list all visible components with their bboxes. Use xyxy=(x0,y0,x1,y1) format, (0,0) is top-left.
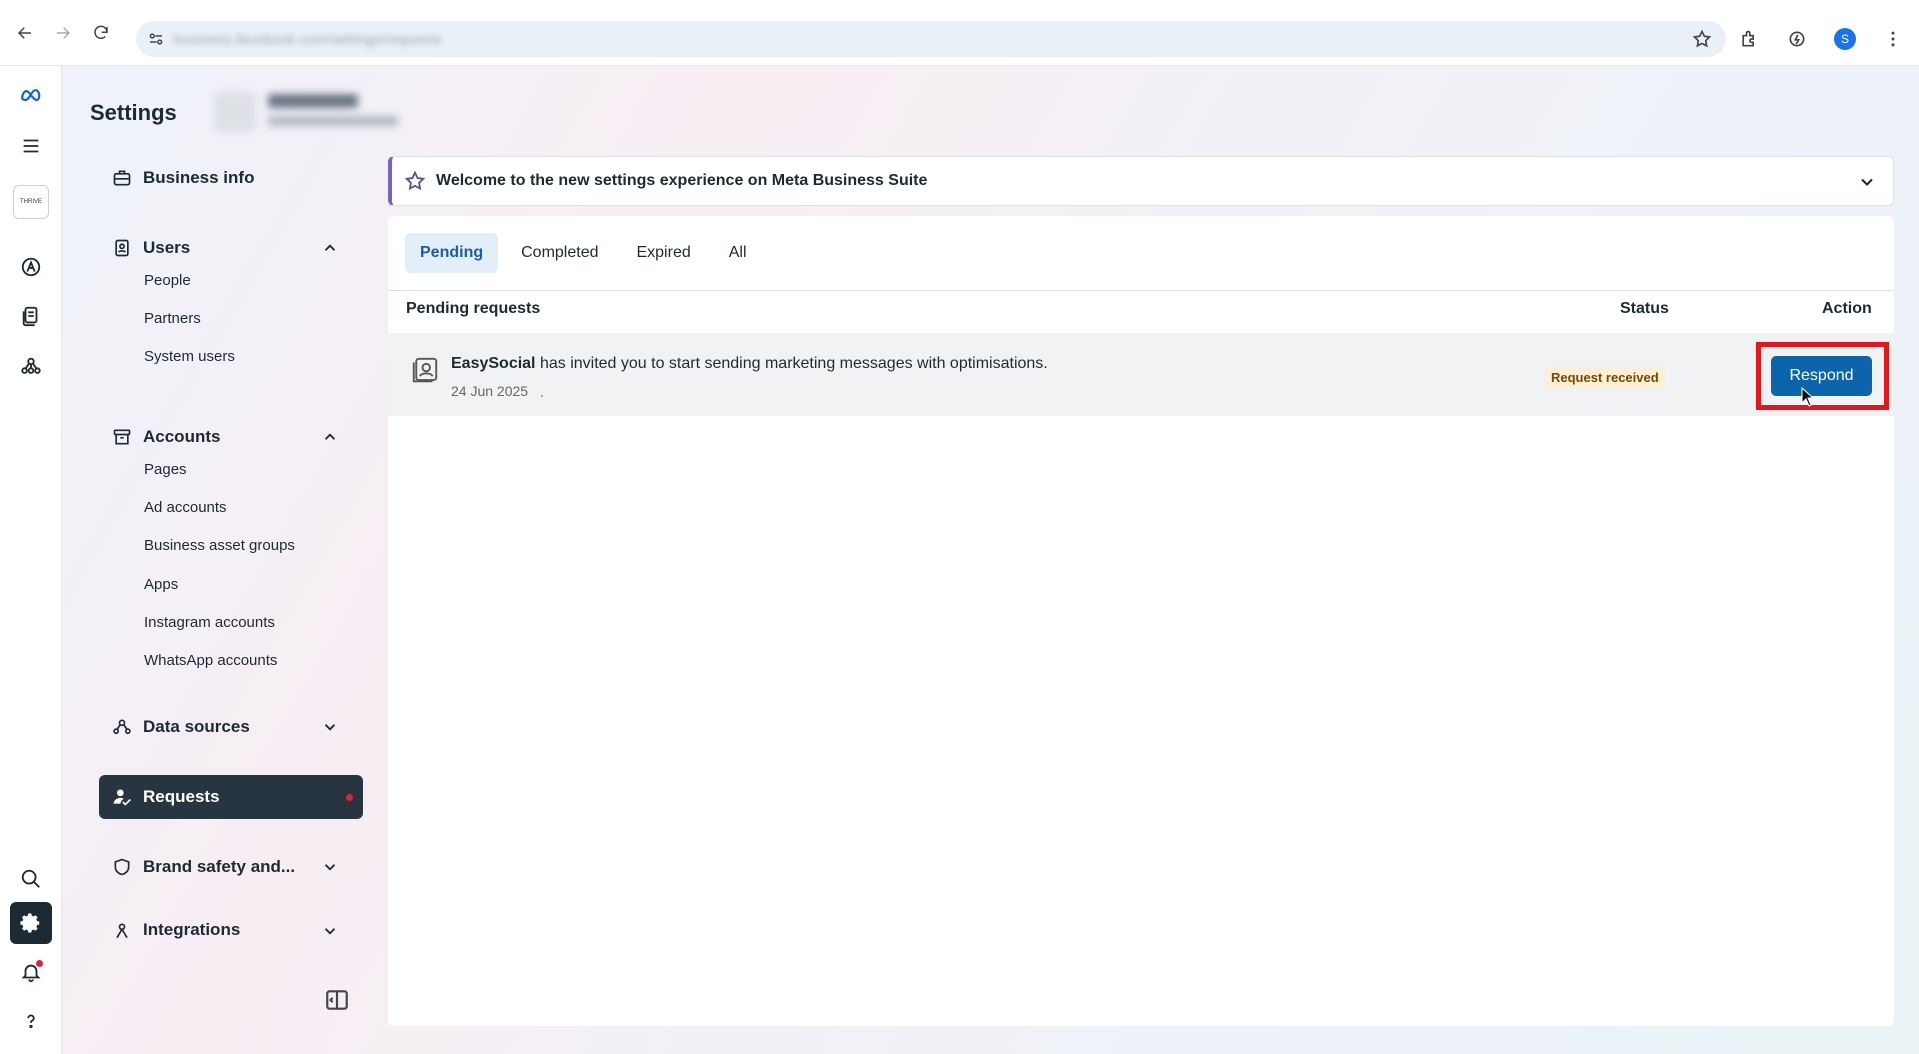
sidebar-item-label: Users xyxy=(143,238,191,257)
page-content: THRIVE Settings Business info Users Peop… xyxy=(0,66,1919,1054)
back-icon[interactable] xyxy=(10,18,40,48)
forward-icon[interactable] xyxy=(48,18,78,48)
sidebar-item-whatsapp-accounts[interactable]: WhatsApp accounts xyxy=(144,652,277,669)
sidebar-item-business-info[interactable]: Business info xyxy=(99,156,363,200)
menu-icon[interactable] xyxy=(10,125,52,167)
help-icon[interactable] xyxy=(10,1000,52,1042)
extensions-icon[interactable] xyxy=(1737,27,1761,51)
data-sources-icon xyxy=(111,716,133,738)
integrations-icon xyxy=(111,920,133,942)
request-tabs: Pending Completed Expired All xyxy=(405,233,770,273)
chevron-down-icon[interactable] xyxy=(1857,172,1877,192)
profile-initial: S xyxy=(1834,28,1856,50)
sidebar-item-system-users[interactable]: System users xyxy=(144,348,235,365)
chevron-down-icon[interactable] xyxy=(321,922,339,940)
sidebar-item-data-sources[interactable]: Data sources xyxy=(99,705,363,749)
briefcase-icon xyxy=(111,167,133,189)
site-settings-icon[interactable] xyxy=(146,29,166,49)
requests-panel: Pending Completed Expired All Pending re… xyxy=(388,216,1894,1026)
meta-logo-icon[interactable] xyxy=(10,74,52,116)
column-header-action: Action xyxy=(1822,300,1872,317)
id-badge-icon xyxy=(111,237,133,259)
chevron-up-icon[interactable] xyxy=(321,428,339,446)
tab-expired[interactable]: Expired xyxy=(621,233,705,273)
status-badge: Request received xyxy=(1545,367,1665,387)
shield-icon xyxy=(111,856,133,878)
sidebar-item-instagram-accounts[interactable]: Instagram accounts xyxy=(144,614,275,631)
advertise-icon[interactable] xyxy=(10,246,52,288)
divider xyxy=(388,290,1894,291)
settings-gear-icon[interactable] xyxy=(10,902,52,944)
sidebar-item-ad-accounts[interactable]: Ad accounts xyxy=(144,499,227,516)
column-header-requests: Pending requests xyxy=(406,300,541,317)
sidebar-item-business-asset-groups[interactable]: Business asset groups xyxy=(144,537,295,554)
browser-actions: S xyxy=(1725,21,1919,57)
request-date-separator: . xyxy=(540,384,544,400)
sidebar-item-label: Brand safety and... xyxy=(143,857,296,876)
respond-highlight: Respond xyxy=(1756,342,1889,410)
welcome-banner[interactable]: Welcome to the new settings experience o… xyxy=(388,156,1894,206)
column-header-status: Status xyxy=(1620,300,1669,317)
sidebar-item-apps[interactable]: Apps xyxy=(144,576,178,593)
chevron-down-icon[interactable] xyxy=(321,858,339,876)
requests-notification-dot xyxy=(346,794,353,801)
tab-completed[interactable]: Completed xyxy=(506,233,613,273)
profile-avatar[interactable]: S xyxy=(1833,27,1857,51)
star-icon xyxy=(404,170,426,191)
collapse-sidebar-icon[interactable] xyxy=(324,987,350,1013)
tab-pending[interactable]: Pending xyxy=(405,233,499,273)
bookmark-star-icon[interactable] xyxy=(1692,29,1712,49)
tab-all[interactable]: All xyxy=(714,233,762,273)
sidebar-item-users[interactable]: Users xyxy=(99,226,363,270)
archive-box-icon xyxy=(111,426,133,448)
notifications-bell-icon[interactable] xyxy=(10,951,52,993)
sidebar-item-label: Integrations xyxy=(143,920,241,939)
sidebar-item-accounts[interactable]: Accounts xyxy=(99,415,363,459)
sidebar-item-label: Requests xyxy=(143,787,220,806)
sidebar-item-requests[interactable]: Requests xyxy=(99,775,363,819)
person-check-icon xyxy=(111,786,133,808)
browser-toolbar: business.facebook.com/settings/requests … xyxy=(0,0,1919,66)
sidebar-item-label: Data sources xyxy=(143,717,250,736)
contact-card-icon xyxy=(412,357,438,383)
request-company: EasySocial xyxy=(451,355,536,372)
table-row: EasySocial has invited you to start send… xyxy=(388,333,1894,416)
page-title: Settings xyxy=(90,100,177,125)
request-message: EasySocial has invited you to start send… xyxy=(451,355,1048,373)
left-rail: THRIVE xyxy=(0,66,62,1054)
reload-icon[interactable] xyxy=(86,18,116,48)
pages-icon[interactable] xyxy=(10,295,52,337)
sidebar-item-label: Accounts xyxy=(143,427,221,446)
business-logo[interactable]: THRIVE xyxy=(13,185,49,219)
url-text: business.facebook.com/settings/requests xyxy=(174,31,442,47)
banner-text: Welcome to the new settings experience o… xyxy=(436,172,928,189)
mouse-cursor-icon xyxy=(1801,387,1815,407)
performance-icon[interactable] xyxy=(1785,27,1809,51)
chevron-up-icon[interactable] xyxy=(321,239,339,257)
request-date: 24 Jun 2025 xyxy=(451,383,529,399)
browser-menu-icon[interactable] xyxy=(1881,27,1905,51)
data-sources-icon[interactable] xyxy=(10,345,52,387)
respond-button[interactable]: Respond xyxy=(1771,356,1872,396)
sidebar-item-brand-safety[interactable]: Brand safety and... xyxy=(99,845,363,889)
sidebar-item-integrations[interactable]: Integrations xyxy=(99,920,363,942)
sidebar-item-pages[interactable]: Pages xyxy=(144,461,187,478)
address-bar[interactable]: business.facebook.com/settings/requests xyxy=(136,21,1726,57)
sidebar-item-label: Business info xyxy=(143,168,255,187)
sidebar-item-partners[interactable]: Partners xyxy=(144,310,201,327)
chevron-down-icon[interactable] xyxy=(321,718,339,736)
request-message-text: has invited you to start sending marketi… xyxy=(535,355,1048,372)
search-icon[interactable] xyxy=(10,858,52,900)
business-account-selector[interactable] xyxy=(214,88,414,136)
notification-dot xyxy=(36,960,43,967)
sidebar-item-people[interactable]: People xyxy=(144,272,191,289)
